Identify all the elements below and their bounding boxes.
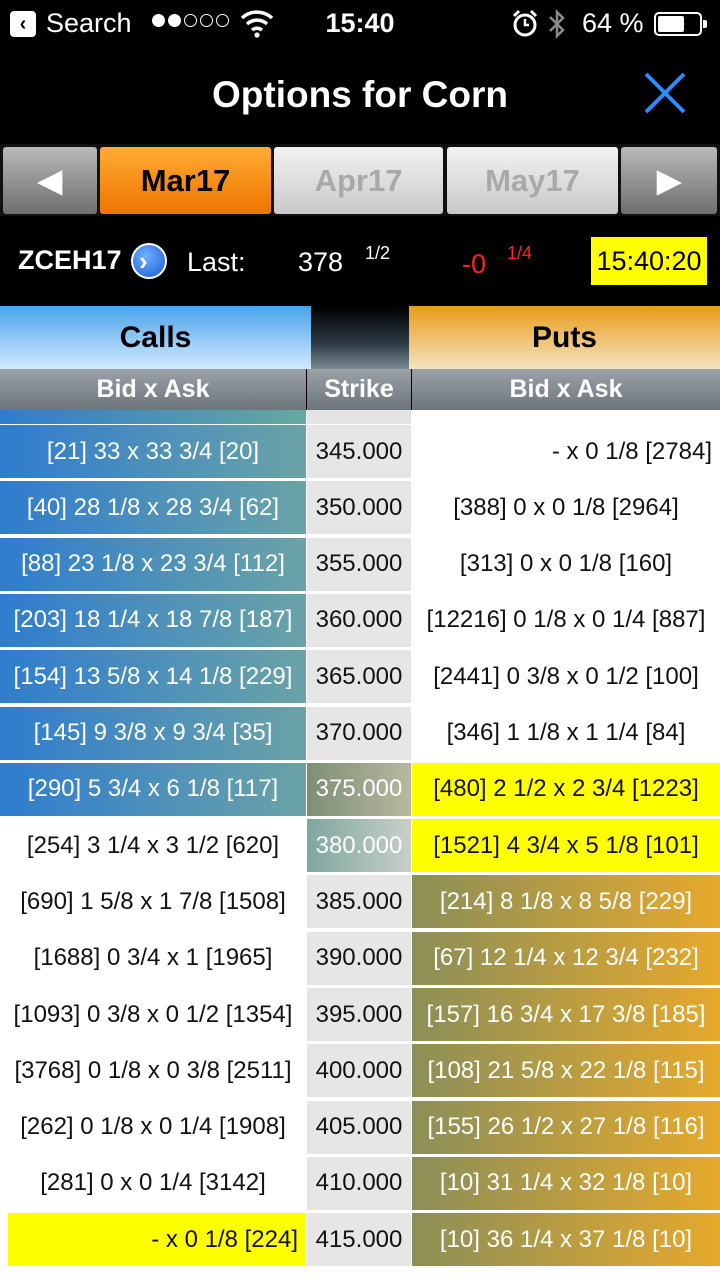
strike-price: 370.000 <box>307 706 411 760</box>
strike-price: 415.000 <box>307 1213 411 1267</box>
put-bid-ask[interactable]: [214] 8 1/8 x 8 5/8 [229] <box>412 875 720 929</box>
call-bid-ask[interactable]: - x 0 1/8 [224] <box>8 1213 306 1267</box>
quote-time: 15:40:20 <box>591 237 707 285</box>
battery-icon <box>654 12 707 36</box>
column-headers: Calls Puts Bid x Ask Strike Bid x Ask <box>0 306 720 410</box>
call-bid-ask[interactable]: [290] 5 3/4 x 6 1/8 [117] <box>0 762 306 816</box>
last-price-fraction: 1/2 <box>365 243 391 263</box>
call-bid-ask[interactable]: [690] 1 5/8 x 1 7/8 [1508] <box>0 875 306 929</box>
strike-price: 360.000 <box>307 593 411 647</box>
call-bid-ask[interactable]: [262] 0 1/8 x 0 1/4 [1908] <box>0 1100 306 1154</box>
puts-header: Puts <box>409 306 720 369</box>
table-row[interactable]: [154] 13 5/8 x 14 1/8 [229] 365.000 [2441]… <box>0 649 720 705</box>
chevron-right-icon: › <box>139 246 148 276</box>
table-row[interactable]: [290] 5 3/4 x 6 1/8 [117] 375.000 [480] 2 … <box>0 762 720 818</box>
call-bid-ask[interactable]: [3768] 0 1/8 x 0 3/8 [2511] <box>0 1044 306 1098</box>
strike-price: 385.000 <box>307 875 411 929</box>
call-bid-ask[interactable]: [1093] 0 3/8 x 0 1/2 [1354] <box>0 988 306 1041</box>
put-bid-ask[interactable]: [313] 0 x 0 1/8 [160] <box>412 537 720 591</box>
call-bid-ask[interactable]: [21] 33 x 33 3/4 [20] <box>0 425 306 478</box>
strike-price: 380.000 <box>307 819 411 873</box>
put-bid-ask[interactable]: [388] 0 x 0 1/8 [2964] <box>412 481 720 535</box>
contract-symbol: ZCEH17 <box>18 245 122 275</box>
call-bid-ask[interactable]: [203] 18 1/4 x 18 7/8 [187] <box>0 593 306 647</box>
put-bid-ask[interactable]: [157] 16 3/4 x 17 3/8 [185] <box>412 988 720 1041</box>
put-bid-ask[interactable]: [67] 12 1/4 x 12 3/4 [232] <box>412 931 720 985</box>
call-bid-ask[interactable]: [254] 3 1/4 x 3 1/2 [620] <box>0 819 306 873</box>
strike-price: 405.000 <box>307 1100 411 1154</box>
put-bid-ask[interactable]: [2441] 0 3/8 x 0 1/2 [100] <box>412 650 720 704</box>
call-bid-ask[interactable]: [145] 9 3/8 x 9 3/4 [35] <box>0 706 306 760</box>
tab-may17[interactable]: May17 <box>447 147 618 214</box>
status-bar: ‹ Search 15:40 64 % <box>0 0 720 48</box>
strike-header-spacer <box>311 306 409 369</box>
puts-bid-ask-header: Bid x Ask <box>412 369 720 410</box>
call-bid-ask[interactable]: [40] 28 1/8 x 28 3/4 [62] <box>0 481 306 535</box>
strike-price: 400.000 <box>307 1044 411 1098</box>
price-change: -0 <box>462 249 487 279</box>
table-row[interactable]: [88] 23 1/8 x 23 3/4 [112] 355.000 [313] 0… <box>0 537 720 593</box>
put-bid-ask[interactable]: [1521] 4 3/4 x 5 1/8 [101] <box>412 819 720 873</box>
table-row[interactable]: [1093] 0 3/8 x 0 1/2 [1354] 395.000 [157] … <box>0 987 720 1043</box>
table-row[interactable]: [21] 33 x 33 3/4 [20] 345.000- x 0 1/8 [2… <box>0 424 720 480</box>
tab-apr17[interactable]: Apr17 <box>274 147 443 214</box>
month-selector: ◀ Mar17 Apr17 May17 ▶ <box>0 144 720 216</box>
symbol-detail-button[interactable]: › <box>131 243 167 279</box>
table-top-strip <box>0 410 720 424</box>
call-bid-ask[interactable]: [88] 23 1/8 x 23 3/4 [112] <box>0 537 306 591</box>
put-bid-ask[interactable]: - x 0 1/8 [2784] <box>412 425 720 478</box>
strike-price: 350.000 <box>307 481 411 535</box>
strike-price: 395.000 <box>307 988 411 1041</box>
strike-price: 355.000 <box>307 537 411 591</box>
close-icon[interactable] <box>640 68 690 118</box>
prev-month-button[interactable]: ◀ <box>3 147 97 214</box>
left-arrow-icon: ◀ <box>38 162 62 198</box>
right-arrow-icon: ▶ <box>657 162 681 198</box>
strike-price: 375.000 <box>307 762 411 816</box>
strike-price: 410.000 <box>307 1156 411 1210</box>
tab-mar17[interactable]: Mar17 <box>100 147 271 214</box>
table-row[interactable]: [254] 3 1/4 x 3 1/2 [620] 380.000 [1521] 4… <box>0 818 720 874</box>
put-bid-ask[interactable]: [10] 36 1/4 x 37 1/8 [10] <box>412 1213 720 1267</box>
call-bid-ask[interactable]: [1688] 0 3/4 x 1 [1965] <box>0 931 306 985</box>
put-bid-ask[interactable]: [108] 21 5/8 x 22 1/8 [115] <box>412 1044 720 1098</box>
title-bar: Options for Corn <box>0 48 720 144</box>
table-row[interactable]: [281] 0 x 0 1/4 [3142] 410.000 [10] 31 1/4… <box>0 1156 720 1212</box>
strike-price: 345.000 <box>307 425 411 478</box>
last-label: Last: <box>187 247 246 277</box>
quote-bar: ZCEH17 › Last: 378 1/2 -0 1/4 15:40:20 <box>0 216 720 306</box>
battery-percent: 64 % <box>582 8 644 38</box>
calls-header: Calls <box>0 306 311 369</box>
table-row[interactable]: [3768] 0 1/8 x 0 3/8 [2511] 400.000 [108] … <box>0 1043 720 1099</box>
table-row[interactable]: [262] 0 1/8 x 0 1/4 [1908] 405.000 [155] 2… <box>0 1100 720 1156</box>
calls-bid-ask-header: Bid x Ask <box>0 369 306 410</box>
put-bid-ask[interactable]: [346] 1 1/8 x 1 1/4 [84] <box>412 706 720 760</box>
price-change-fraction: 1/4 <box>507 243 533 263</box>
table-row[interactable]: [145] 9 3/8 x 9 3/4 [35] 370.000 [346] 1 1… <box>0 706 720 762</box>
table-row[interactable]: [203] 18 1/4 x 18 7/8 [187] 360.000 [12216… <box>0 593 720 649</box>
call-bid-ask[interactable]: [154] 13 5/8 x 14 1/8 [229] <box>0 650 306 704</box>
put-bid-ask[interactable]: [10] 31 1/4 x 32 1/8 [10] <box>412 1156 720 1210</box>
call-bid-ask[interactable]: [281] 0 x 0 1/4 [3142] <box>0 1156 306 1210</box>
strike-price: 365.000 <box>307 650 411 704</box>
page-title: Options for Corn <box>212 74 508 115</box>
put-bid-ask[interactable]: [480] 2 1/2 x 2 3/4 [1223] <box>412 762 720 816</box>
strike-header: Strike <box>307 369 411 410</box>
table-row[interactable]: [690] 1 5/8 x 1 7/8 [1508] 385.000 [214] 8… <box>0 874 720 930</box>
strike-price: 390.000 <box>307 931 411 985</box>
table-row[interactable]: [40] 28 1/8 x 28 3/4 [62] 350.000 [388] 0 … <box>0 480 720 536</box>
alarm-icon <box>512 10 538 37</box>
put-bid-ask[interactable]: [155] 26 1/2 x 27 1/8 [116] <box>412 1100 720 1154</box>
last-price: 378 <box>298 247 344 277</box>
table-row[interactable]: [1688] 0 3/4 x 1 [1965] 390.000 [67] 12 1/… <box>0 931 720 987</box>
put-bid-ask[interactable]: [12216] 0 1/8 x 0 1/4 [887] <box>412 593 720 647</box>
bluetooth-icon <box>549 9 565 39</box>
table-row[interactable]: - x 0 1/8 [224] 415.000 [10] 36 1/4 x 37 1… <box>0 1212 720 1268</box>
options-table: [21] 33 x 33 3/4 [20] 345.000- x 0 1/8 [2… <box>0 410 720 1280</box>
next-month-button[interactable]: ▶ <box>621 147 717 214</box>
